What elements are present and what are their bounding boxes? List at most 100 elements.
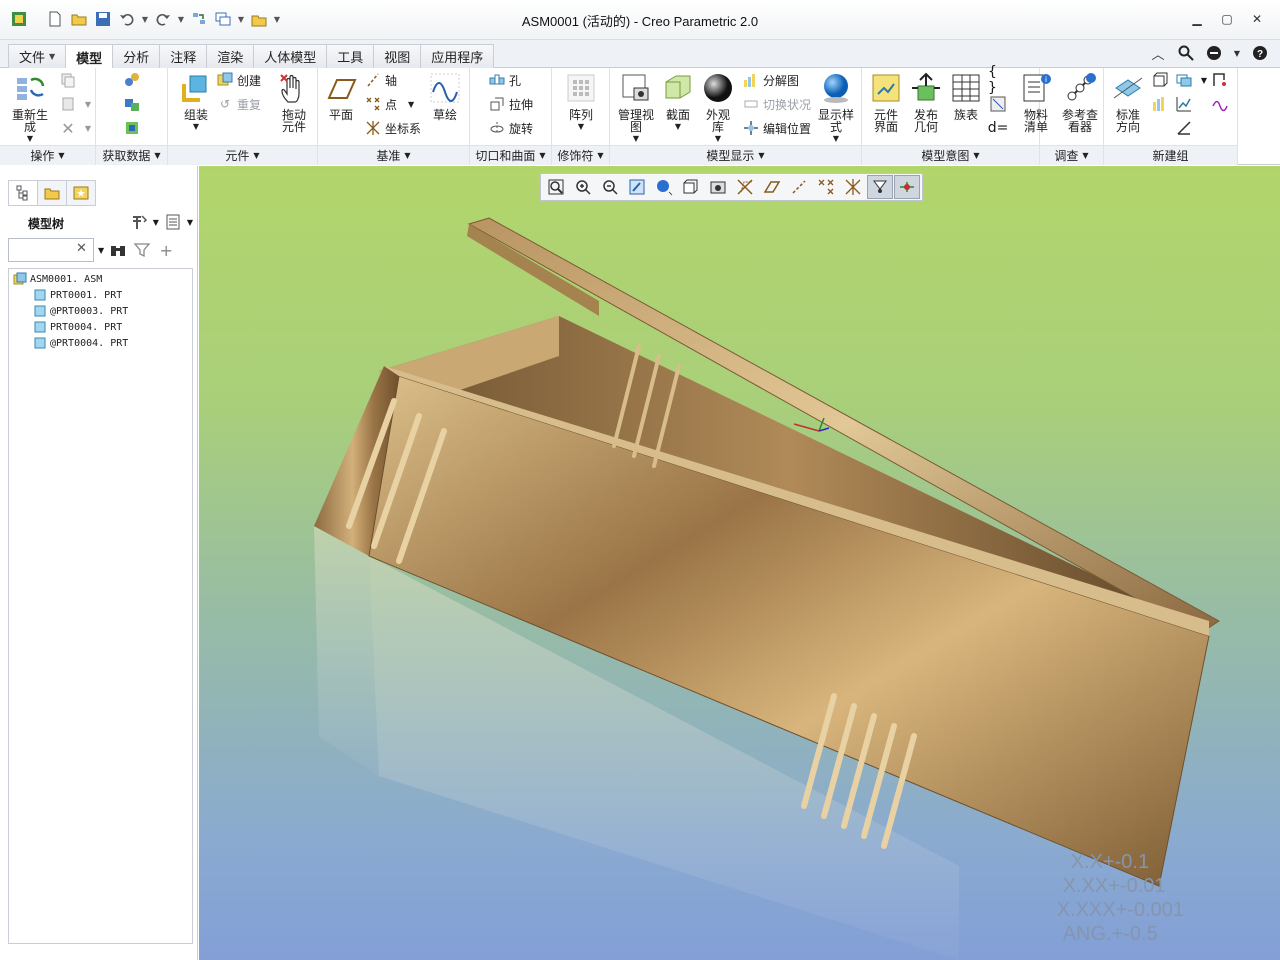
tab-applications[interactable]: 应用程序: [420, 44, 495, 68]
plane-button[interactable]: 平面: [324, 71, 358, 121]
family-table-button[interactable]: 族表: [948, 71, 984, 121]
toggle-status-button[interactable]: 切换状况: [742, 94, 811, 114]
bar-icon[interactable]: [1150, 94, 1170, 114]
views-icon[interactable]: [1174, 70, 1194, 90]
bom-button[interactable]: i 物料清单: [1018, 71, 1054, 133]
publish-geometry-button[interactable]: 发布几何: [908, 71, 944, 133]
chart-icon[interactable]: [1174, 94, 1194, 114]
annotation-toggle-icon[interactable]: [894, 175, 920, 199]
relations-icon[interactable]: [988, 94, 1008, 114]
delete-icon[interactable]: ✕: [58, 118, 78, 138]
group-label-operations[interactable]: 操作 ▼: [0, 145, 95, 165]
measure-icon[interactable]: [1174, 118, 1194, 138]
tree-item-part[interactable]: PRT0004. PRT: [33, 319, 122, 335]
tab-analysis[interactable]: 分析: [112, 44, 161, 68]
shrinkwrap-icon[interactable]: [122, 118, 142, 138]
drag-components-button[interactable]: 拖动元件: [274, 71, 314, 133]
folder-browser-tab[interactable]: [37, 180, 67, 206]
zoom-out-icon[interactable]: [597, 175, 623, 199]
tab-render[interactable]: 渲染: [206, 44, 255, 68]
point-button[interactable]: 点 ▼: [364, 94, 414, 114]
favorites-tab[interactable]: [66, 180, 96, 206]
copy-geometry-icon[interactable]: [122, 94, 142, 114]
tree-item-part[interactable]: PRT0001. PRT: [33, 287, 122, 303]
sketch-button[interactable]: 草绘: [428, 71, 462, 121]
axis-button[interactable]: 轴: [364, 70, 397, 90]
search-dropdown-icon[interactable]: ▼: [98, 246, 104, 255]
parameters-icon[interactable]: d=: [988, 118, 1009, 138]
settings-icon[interactable]: [129, 212, 149, 232]
tab-model[interactable]: 模型: [65, 44, 114, 69]
show-dropdown-icon[interactable]: ▼: [187, 218, 193, 227]
settings-dropdown-icon[interactable]: ▼: [153, 218, 159, 227]
tab-annotate[interactable]: 注释: [159, 44, 208, 68]
tree-item-assembly[interactable]: ASM0001. ASM: [13, 271, 102, 287]
spin-center-icon[interactable]: [867, 175, 893, 199]
pattern-button[interactable]: 阵列 ▼: [562, 71, 600, 133]
braces-icon[interactable]: { }: [988, 64, 1008, 96]
manage-views-button[interactable]: 管理视图 ▼: [616, 71, 656, 145]
path-icon[interactable]: [1210, 70, 1230, 90]
paste-icon[interactable]: [58, 94, 78, 114]
repaint-icon[interactable]: [624, 175, 650, 199]
tab-view[interactable]: 视图: [373, 44, 422, 68]
refit-icon[interactable]: [543, 175, 569, 199]
group-label-components[interactable]: 元件 ▼: [168, 145, 317, 165]
hole-button[interactable]: 孔: [488, 70, 521, 90]
datum-axes-display-icon[interactable]: [759, 175, 785, 199]
group-label-investigate[interactable]: 调查 ▼: [1040, 145, 1103, 165]
show-icon[interactable]: [163, 212, 183, 232]
copy-icon[interactable]: [58, 70, 78, 90]
minimize-icon[interactable]: ▁: [1184, 8, 1210, 30]
tab-tools[interactable]: 工具: [326, 44, 375, 68]
find-binoculars-icon[interactable]: [108, 240, 128, 260]
filter-icon[interactable]: [132, 240, 152, 260]
user-defined-feature-icon[interactable]: [122, 70, 142, 90]
expand-all-icon[interactable]: +: [156, 240, 176, 260]
datum-points-display-icon[interactable]: [786, 175, 812, 199]
edit-position-button[interactable]: 编辑位置: [742, 118, 811, 138]
close-icon[interactable]: ✕: [1244, 8, 1270, 30]
maximize-icon[interactable]: ▢: [1214, 8, 1240, 30]
graphics-viewport[interactable]: X.X+-0.1 X.XX+-0.01 X.XXX+-0.001 ANG.+-0…: [199, 166, 1280, 960]
normal-orientation-button[interactable]: 标准方向: [1110, 71, 1146, 133]
tree-item-part[interactable]: @PRT0004. PRT: [33, 335, 128, 351]
annotations-display-icon[interactable]: [840, 175, 866, 199]
appearance-gallery-button[interactable]: 外观库 ▼: [700, 71, 736, 145]
tab-manikin[interactable]: 人体模型: [253, 44, 328, 68]
saved-orientations-icon[interactable]: [678, 175, 704, 199]
group-label-model-intent[interactable]: 模型意图 ▼: [862, 145, 1039, 165]
group-label-model-display[interactable]: 模型显示 ▼: [610, 145, 861, 165]
datum-planes-display-icon[interactable]: [732, 175, 758, 199]
coordinate-systems-display-icon[interactable]: [813, 175, 839, 199]
clear-search-icon[interactable]: ✕: [76, 241, 87, 256]
section-button[interactable]: 截面 ▼: [660, 71, 696, 133]
display-style-icon[interactable]: [651, 175, 677, 199]
search-icon[interactable]: [1176, 43, 1196, 63]
regenerate-button[interactable]: 重新生成 ▼: [6, 71, 54, 145]
model-tree-tab[interactable]: [8, 180, 38, 206]
group-label-get-data[interactable]: 获取数据 ▼: [96, 145, 167, 165]
tree-item-part[interactable]: @PRT0003. PRT: [33, 303, 128, 319]
repeat-button[interactable]: ↺ 重复: [216, 94, 261, 114]
display-style-button[interactable]: 显示样式 ▼: [816, 71, 856, 145]
box-icon[interactable]: [1150, 70, 1170, 90]
curve-icon[interactable]: [1210, 94, 1230, 114]
create-component-button[interactable]: 创建: [216, 70, 261, 90]
info-icon[interactable]: ?: [1250, 43, 1270, 63]
revolve-button[interactable]: 旋转: [488, 118, 533, 138]
reference-viewer-button[interactable]: 参考查看器: [1060, 71, 1100, 133]
exploded-view-button[interactable]: 分解图: [742, 70, 799, 90]
csys-button[interactable]: 坐标系: [364, 118, 421, 138]
help-icon[interactable]: [1204, 43, 1224, 63]
collapse-ribbon-icon[interactable]: ︿: [1148, 43, 1168, 63]
extrude-button[interactable]: 拉伸: [488, 94, 533, 114]
model-render[interactable]: [199, 166, 1280, 960]
group-label-modifiers[interactable]: 修饰符 ▼: [552, 145, 609, 165]
tab-file[interactable]: 文件 ▼: [8, 44, 67, 68]
zoom-in-icon[interactable]: [570, 175, 596, 199]
assemble-button[interactable]: 组装 ▼: [174, 71, 218, 133]
component-interface-button[interactable]: 元件界面: [868, 71, 904, 133]
delete-dropdown-icon[interactable]: ▼: [78, 118, 98, 138]
group-label-datum[interactable]: 基准 ▼: [318, 145, 469, 165]
